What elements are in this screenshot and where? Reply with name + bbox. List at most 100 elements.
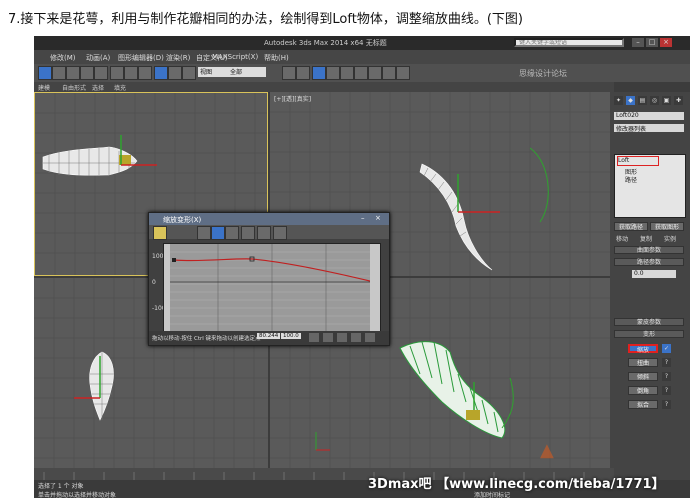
copy-radio[interactable]: 复制 xyxy=(640,234,652,243)
material-editor-icon[interactable] xyxy=(368,66,382,80)
minimize-button[interactable]: – xyxy=(632,38,644,47)
delete-control-point-icon[interactable] xyxy=(257,226,271,240)
menu-item-modify[interactable]: 修改(M) xyxy=(50,53,76,63)
ribbon-tab-selection[interactable]: 选择 xyxy=(92,83,104,92)
dialog-value-2[interactable]: 100.0 xyxy=(281,333,301,339)
dialog-status-bar: 拖动以移动·按住 Ctrl 键来拖动以创建选定点 80.244 100.0 xyxy=(149,331,389,345)
instance-radio[interactable]: 实例 xyxy=(664,234,676,243)
zoom-vertical-icon[interactable] xyxy=(351,333,361,342)
scale-deform-button[interactable]: 缩放 xyxy=(628,344,658,354)
deform-header[interactable]: 变形 xyxy=(614,330,684,338)
deformation-graph[interactable] xyxy=(163,243,381,333)
watermark-logo: ▲ xyxy=(540,440,554,461)
zoom-horizontal-icon[interactable] xyxy=(337,333,347,342)
menu-item-rendering[interactable]: 渲染(R) xyxy=(166,53,190,63)
stack-item-path[interactable]: 路径 xyxy=(625,175,637,184)
modifier-stack: Loft 图形 路径 xyxy=(614,154,686,218)
make-symmetrical-icon[interactable] xyxy=(153,226,167,240)
path-params-header[interactable]: 路径参数 xyxy=(614,258,684,266)
y-label-mid: 0 xyxy=(152,279,156,286)
menu-item-graph-editors[interactable]: 图形编辑器(D) xyxy=(118,53,164,63)
move-control-point-icon[interactable] xyxy=(211,226,225,240)
close-button[interactable]: × xyxy=(660,38,672,47)
rotate-icon[interactable] xyxy=(52,66,66,80)
curve-editor-icon[interactable] xyxy=(354,66,368,80)
scale-control-point-icon[interactable] xyxy=(225,226,239,240)
bind-icon[interactable] xyxy=(94,66,108,80)
hint-status: 单击并拖动以选择并移动对象 xyxy=(38,492,117,498)
motion-tab-icon[interactable]: ◎ xyxy=(650,96,659,105)
dialog-value-1[interactable]: 80.244 xyxy=(257,333,281,339)
move-radio[interactable]: 移动 xyxy=(616,234,628,243)
site-watermark: 思缘设计论坛 xyxy=(519,69,567,78)
layer-icon[interactable] xyxy=(340,66,354,80)
modify-tab-icon[interactable]: ◆ xyxy=(626,96,635,105)
ribbon-tab-modeling[interactable]: 建模 xyxy=(38,83,50,92)
selection-status: 选择了 1 个 对象 xyxy=(38,483,84,490)
bevel-deform-button[interactable]: 倒角 xyxy=(628,386,658,395)
pan-icon[interactable] xyxy=(309,333,319,342)
render-icon[interactable] xyxy=(396,66,410,80)
select-icon[interactable] xyxy=(110,66,124,80)
zoom-region-icon[interactable] xyxy=(365,333,375,342)
caption-text: 7.接下来是花萼，利用与制作花瓣相同的办法，绘制得到Loft物体，调整缩放曲线。… xyxy=(8,12,523,27)
twist-toggle-icon[interactable]: ? xyxy=(662,358,671,367)
teeter-toggle-icon[interactable]: ? xyxy=(662,372,671,381)
fit-toggle-icon[interactable]: ? xyxy=(662,400,671,409)
get-shape-button[interactable]: 获取图形 xyxy=(650,222,684,231)
scale-icon[interactable] xyxy=(66,66,80,80)
command-panel: ✦ ◆ ▤ ◎ ▣ ✚ Loft020 修改器列表 Loft 图形 路径 获取路… xyxy=(610,92,690,498)
deformation-graph-canvas xyxy=(164,244,380,332)
dialog-title-bar: 缩放变形(X) – × xyxy=(149,213,389,225)
ribbon-tab-freeform[interactable]: 自由形式 xyxy=(62,83,86,92)
maximize-button[interactable]: □ xyxy=(646,38,658,47)
menu-item-help[interactable]: 帮助(H) xyxy=(264,53,289,63)
scale-toggle-icon[interactable]: ✓ xyxy=(662,344,671,353)
scale-deformation-dialog: 缩放变形(X) – × 100 0 -100 拖动以移动·按住 Ctrl 键来拖… xyxy=(148,212,390,346)
create-tab-icon[interactable]: ✦ xyxy=(614,96,623,105)
utilities-tab-icon[interactable]: ✚ xyxy=(674,96,683,105)
twist-deform-button[interactable]: 扭曲 xyxy=(628,358,658,367)
path-value-field[interactable]: 0.0 xyxy=(632,270,676,278)
title-bar: Autodesk 3ds Max 2014 x64 无标题 – □ × xyxy=(34,36,690,50)
select-move-icon[interactable] xyxy=(38,66,52,80)
mirror-icon[interactable] xyxy=(312,66,326,80)
object-name-field[interactable]: Loft020 xyxy=(614,112,684,120)
rotate-tool-icon[interactable] xyxy=(168,66,182,80)
ribbon-tab-populate[interactable]: 填充 xyxy=(114,83,126,92)
teeter-deform-button[interactable]: 倾斜 xyxy=(628,372,658,381)
menu-bar: 修改(M) 动画(A) 图形编辑器(D) 渲染(R) 自定义(U) MAXScr… xyxy=(34,50,690,64)
reset-curve-icon[interactable] xyxy=(273,226,287,240)
display-curve-icon[interactable] xyxy=(197,226,211,240)
zoom-extents-icon[interactable] xyxy=(323,333,333,342)
align-icon[interactable] xyxy=(326,66,340,80)
display-tab-icon[interactable]: ▣ xyxy=(662,96,671,105)
link-icon[interactable] xyxy=(80,66,94,80)
y-label-top: 100 xyxy=(152,253,164,260)
window-title: Autodesk 3ds Max 2014 x64 无标题 xyxy=(264,39,387,47)
hierarchy-tab-icon[interactable]: ▤ xyxy=(638,96,647,105)
snap-icon[interactable] xyxy=(282,66,296,80)
menu-item-maxscript[interactable]: MAXScript(X) xyxy=(212,53,258,61)
fit-deform-button[interactable]: 拟合 xyxy=(628,400,658,409)
select-region-icon[interactable] xyxy=(124,66,138,80)
move-icon[interactable] xyxy=(154,66,168,80)
dialog-toolbar xyxy=(149,225,389,240)
menu-item-animation[interactable]: 动画(A) xyxy=(86,53,110,63)
search-input[interactable] xyxy=(514,38,624,47)
ribbon-bar: 建模 自由形式 选择 填充 xyxy=(34,82,614,92)
bevel-toggle-icon[interactable]: ? xyxy=(662,386,671,395)
window-crossing-icon[interactable] xyxy=(138,66,152,80)
selection-set-dropdown[interactable]: 全部 xyxy=(228,67,266,77)
get-path-button[interactable]: 获取路径 xyxy=(614,222,648,231)
surface-params-header[interactable]: 曲面参数 xyxy=(614,246,684,254)
modifier-list-dropdown[interactable]: 修改器列表 xyxy=(614,124,684,132)
dialog-minimize-button[interactable]: – xyxy=(361,214,365,222)
dialog-close-button[interactable]: × xyxy=(375,214,381,222)
angle-snap-icon[interactable] xyxy=(296,66,310,80)
insert-corner-point-icon[interactable] xyxy=(241,226,255,240)
stack-item-loft[interactable]: Loft xyxy=(617,156,659,166)
skin-params-header[interactable]: 蒙皮参数 xyxy=(614,318,684,326)
scale-tool-icon[interactable] xyxy=(182,66,196,80)
render-setup-icon[interactable] xyxy=(382,66,396,80)
